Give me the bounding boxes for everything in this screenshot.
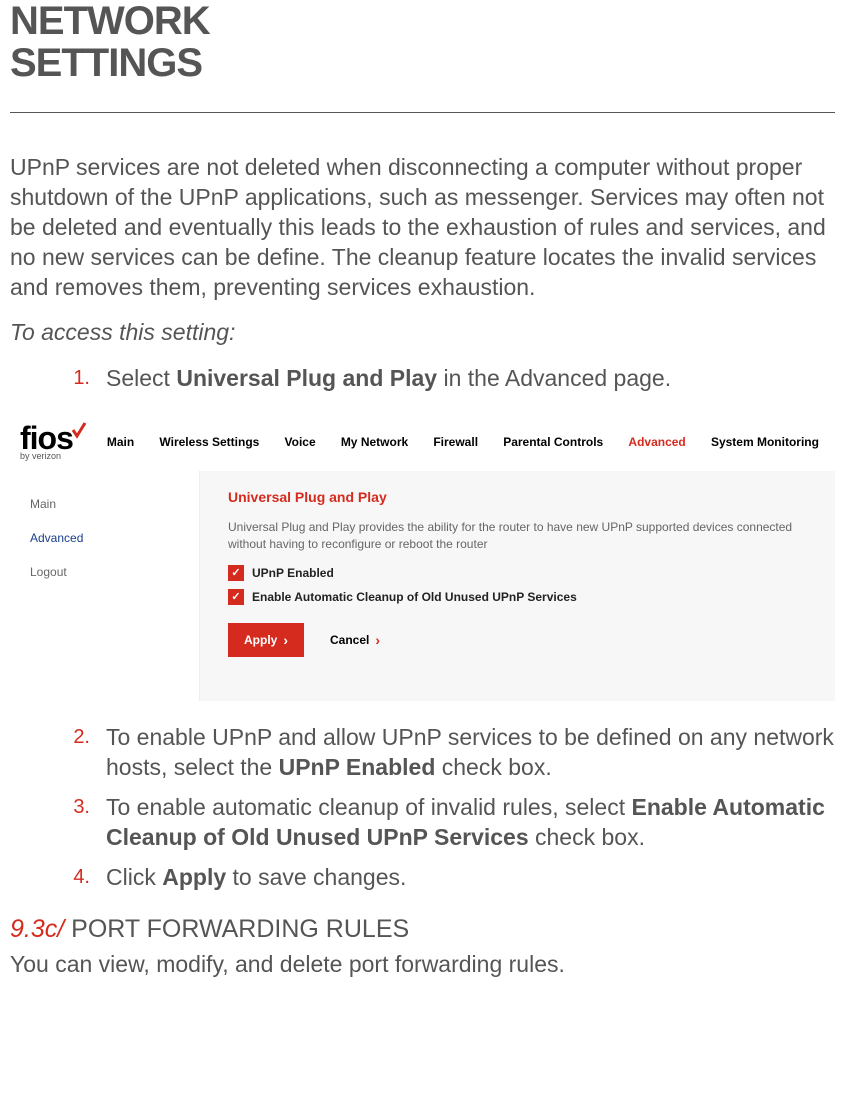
top-nav: Main Wireless Settings Voice My Network … <box>103 435 825 449</box>
router-topbar: fios by verizon Main Wireless Settings V… <box>10 414 835 471</box>
step-text: To enable automatic cleanup of invalid r… <box>106 794 631 820</box>
steps-list-cont: 2. To enable UPnP and allow UPnP service… <box>10 723 835 892</box>
step-1: 1. Select Universal Plug and Play in the… <box>10 364 835 394</box>
step-body: To enable UPnP and allow UPnP services t… <box>106 723 835 783</box>
checkbox-label: UPnP Enabled <box>252 566 334 580</box>
panel-title: Universal Plug and Play <box>228 489 807 505</box>
sidebar-item-logout[interactable]: Logout <box>10 555 199 589</box>
checkbox-icon[interactable]: ✓ <box>228 589 244 605</box>
title-line1: NETWORK <box>10 0 210 43</box>
title-divider <box>10 112 835 113</box>
nav-firewall[interactable]: Firewall <box>433 435 478 449</box>
sidebar-item-main[interactable]: Main <box>10 487 199 521</box>
step-text: in the Advanced page. <box>437 365 671 391</box>
steps-list: 1. Select Universal Plug and Play in the… <box>10 364 835 394</box>
section-number: 9.3c/ <box>10 915 71 943</box>
step-2: 2. To enable UPnP and allow UPnP service… <box>10 723 835 783</box>
verizon-check-icon <box>71 422 87 446</box>
sidebar: Main Advanced Logout <box>10 471 200 701</box>
section-description: You can view, modify, and delete port fo… <box>10 950 835 980</box>
fios-logo: fios by verizon <box>20 422 87 461</box>
checkbox-icon[interactable]: ✓ <box>228 565 244 581</box>
step-4: 4. Click Apply to save changes. <box>10 863 835 893</box>
step-body: To enable automatic cleanup of invalid r… <box>106 793 835 853</box>
nav-main[interactable]: Main <box>107 435 134 449</box>
step-number: 4. <box>70 863 106 889</box>
nav-wireless[interactable]: Wireless Settings <box>159 435 259 449</box>
step-text: Click <box>106 864 162 890</box>
panel-description: Universal Plug and Play provides the abi… <box>228 519 807 553</box>
checkbox-upnp-enabled[interactable]: ✓ UPnP Enabled <box>228 565 807 581</box>
step-body: Click Apply to save changes. <box>106 863 835 893</box>
step-number: 1. <box>70 364 106 390</box>
checkbox-label: Enable Automatic Cleanup of Old Unused U… <box>252 590 577 604</box>
section-title: PORT FORWARDING RULES <box>71 915 409 943</box>
nav-system-monitoring[interactable]: System Monitoring <box>711 435 819 449</box>
step-number: 2. <box>70 723 106 749</box>
nav-advanced[interactable]: Advanced <box>628 435 685 449</box>
step-body: Select Universal Plug and Play in the Ad… <box>106 364 835 394</box>
cancel-button[interactable]: Cancel <box>330 632 380 648</box>
step-bold: Apply <box>162 864 226 890</box>
router-screenshot: fios by verizon Main Wireless Settings V… <box>10 414 835 701</box>
step-number: 3. <box>70 793 106 819</box>
step-text: check box. <box>435 754 551 780</box>
step-bold: Universal Plug and Play <box>176 365 437 391</box>
checkbox-auto-cleanup[interactable]: ✓ Enable Automatic Cleanup of Old Unused… <box>228 589 807 605</box>
step-bold: UPnP Enabled <box>279 754 436 780</box>
nav-my-network[interactable]: My Network <box>341 435 408 449</box>
settings-panel: Universal Plug and Play Universal Plug a… <box>200 471 835 701</box>
page-title: NETWORK SETTINGS <box>10 0 835 112</box>
step-text: Select <box>106 365 176 391</box>
access-label: To access this setting: <box>10 318 835 348</box>
intro-paragraph: UPnP services are not deleted when disco… <box>10 153 835 302</box>
section-heading: 9.3c/ PORT FORWARDING RULES <box>10 915 835 944</box>
panel-actions: Apply Cancel <box>228 623 807 657</box>
router-main: Main Advanced Logout Universal Plug and … <box>10 471 835 701</box>
title-line2: SETTINGS <box>10 41 202 85</box>
apply-button[interactable]: Apply <box>228 623 304 657</box>
nav-parental[interactable]: Parental Controls <box>503 435 603 449</box>
step-text: check box. <box>529 824 645 850</box>
step-3: 3. To enable automatic cleanup of invali… <box>10 793 835 853</box>
logo-text: fios <box>20 422 73 454</box>
sidebar-item-advanced[interactable]: Advanced <box>10 521 199 555</box>
step-text: to save changes. <box>226 864 406 890</box>
nav-voice[interactable]: Voice <box>285 435 316 449</box>
